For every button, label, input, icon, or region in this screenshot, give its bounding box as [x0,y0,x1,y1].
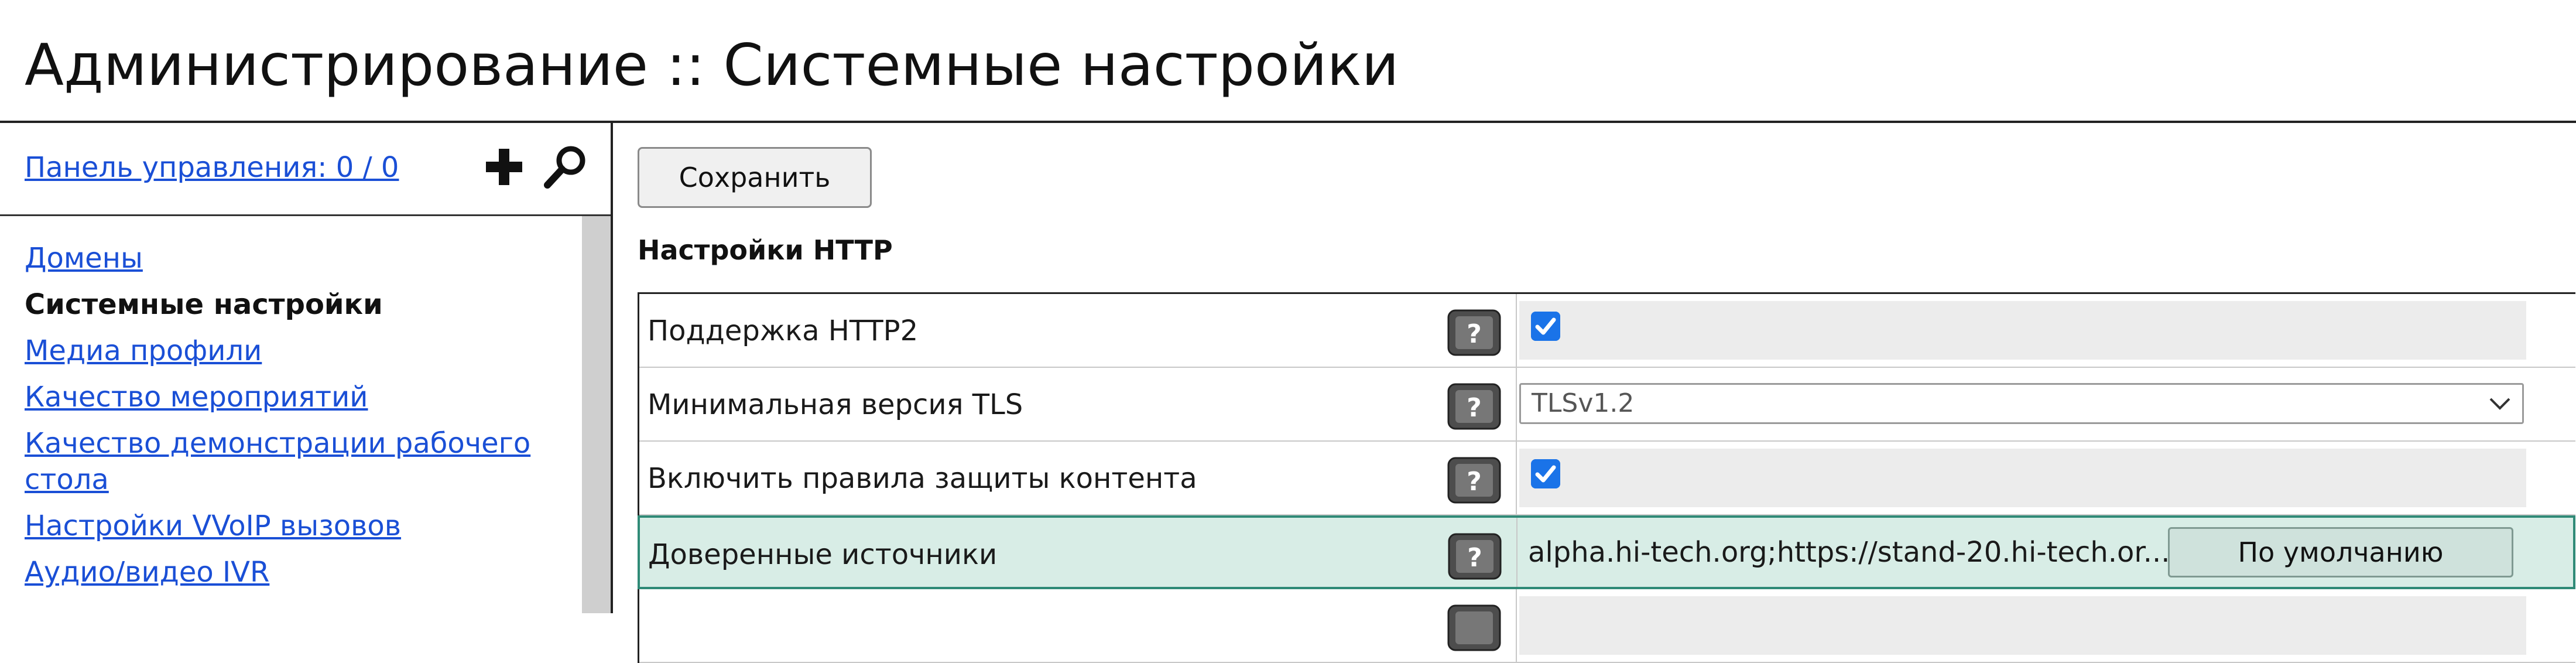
help-icon[interactable]: ? [1447,383,1501,430]
setting-label: Доверенные источники [648,538,998,571]
setting-row-next [639,589,2575,663]
sidebar-item-system-settings: Системные настройки [25,288,383,321]
sidebar-divider [0,214,611,216]
sidebar-scrollbar[interactable] [582,216,611,613]
setting-row-tls: Минимальная версия TLS ? TLSv1.2 [639,368,2575,442]
setting-label: Поддержка HTTP2 [648,315,919,347]
magnifier-icon[interactable] [542,143,588,190]
plus-icon[interactable] [484,146,525,187]
sidebar-item-label[interactable]: Домены [25,242,143,275]
sidebar-item-label[interactable]: Медиа профили [25,334,262,367]
setting-row-http2: Поддержка HTTP2 ? [639,294,2575,368]
sidebar-item-vvoip-settings[interactable]: Настройки VVoIP вызовов [25,508,569,544]
setting-value-cell [1519,449,2526,507]
cell-divider [1516,294,1517,367]
sidebar-item-av-ivr[interactable]: Аудио/видео IVR [25,554,569,590]
setting-row-csp: Включить правила защиты контента ? [639,442,2575,515]
http2-checkbox[interactable] [1531,312,1560,341]
svg-text:?: ? [1467,467,1482,497]
sidebar-border [611,123,613,613]
settings-table: Поддержка HTTP2 ? Минимальная версия TLS… [638,292,2575,663]
sidebar-item-label[interactable]: Качество мероприятий [25,381,368,413]
svg-text:?: ? [1467,543,1482,573]
help-icon[interactable]: ? [1447,309,1501,356]
sidebar-item-label[interactable]: Аудио/видео IVR [25,556,269,589]
help-icon[interactable]: ? [1448,533,1502,580]
control-panel-link[interactable]: Панель управления: 0 / 0 [25,151,399,184]
sidebar-item-label[interactable]: Качество демонстрации рабочего стола [25,427,530,496]
section-title: Настройки HTTP [638,234,893,266]
svg-text:?: ? [1467,393,1482,423]
setting-label: Включить правила защиты контента [648,462,1197,495]
page-title: Администрирование :: Системные настройки [25,32,1399,99]
help-icon[interactable]: ? [1447,457,1501,504]
default-button[interactable]: По умолчанию [2168,527,2513,577]
sidebar-item-media-profiles[interactable]: Медиа профили [25,333,569,369]
sidebar-item-domains[interactable]: Домены [25,240,569,276]
cell-divider [1516,589,1517,662]
sidebar-item-desktop-sharing-quality[interactable]: Качество демонстрации рабочего стола [25,425,569,498]
setting-value-cell [1519,596,2526,655]
trusted-sources-value[interactable]: alpha.hi-tech.org;https://stand-20.hi-te… [1528,518,2170,587]
setting-row-trusted-sources[interactable]: Доверенные источники ? alpha.hi-tech.org… [638,515,2575,589]
sidebar-nav: Домены Системные настройки Медиа профили… [25,240,569,600]
cell-divider [1516,518,1517,587]
cell-divider [1516,442,1517,514]
svg-text:?: ? [1467,319,1482,349]
sidebar-item-label[interactable]: Настройки VVoIP вызовов [25,510,401,542]
chevron-down-icon [2489,398,2510,410]
help-icon[interactable] [1447,604,1501,651]
setting-label: Минимальная версия TLS [648,388,1023,421]
save-button[interactable]: Сохранить [638,147,872,208]
tls-version-select[interactable]: TLSv1.2 [1519,383,2524,424]
sidebar-item-event-quality[interactable]: Качество мероприятий [25,379,569,415]
cell-divider [1516,368,1517,440]
tls-version-value: TLSv1.2 [1532,388,1635,418]
csp-checkbox[interactable] [1531,459,1560,488]
setting-value-cell [1519,301,2526,360]
